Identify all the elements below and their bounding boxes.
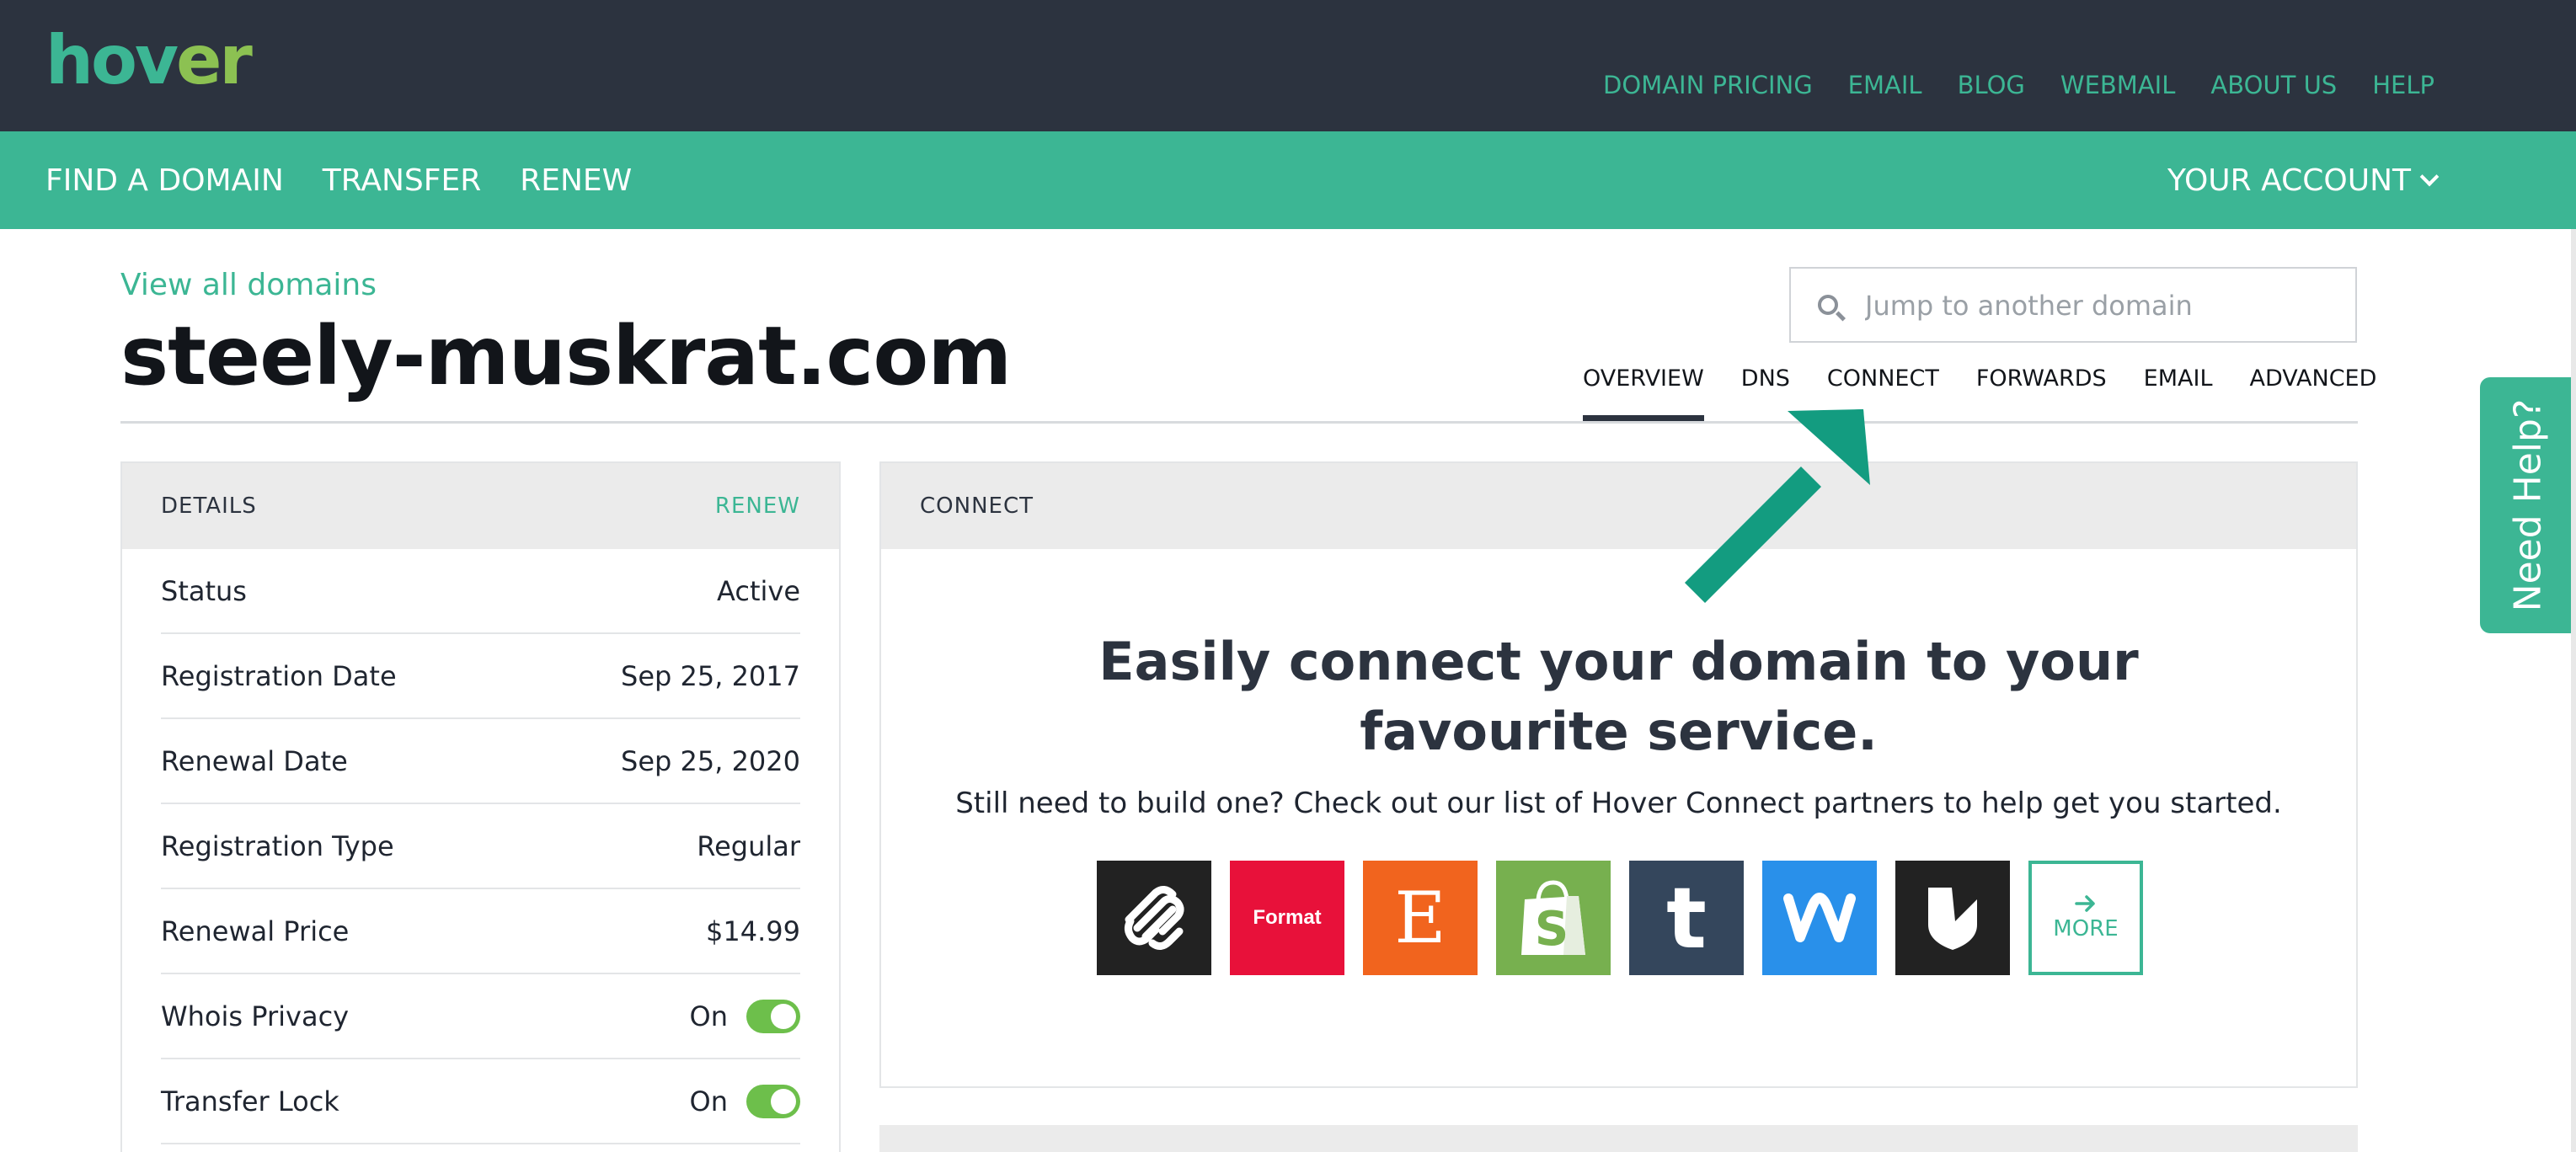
top-nav-webmail[interactable]: WEBMAIL — [2060, 71, 2175, 99]
next-panel-header — [879, 1125, 2358, 1152]
page-scrollbar[interactable] — [2571, 229, 2576, 1152]
shopify-bag-icon: S — [1521, 880, 1585, 957]
partner-list: Format E S t MORE — [1097, 861, 2143, 975]
tab-forwards[interactable]: FORWARDS — [1976, 365, 2107, 417]
detail-row-renewal-date: Renewal Date Sep 25, 2020 — [161, 719, 800, 804]
detail-row-renewal-price: Renewal Price $14.99 — [161, 889, 800, 974]
top-nav-blog[interactable]: BLOG — [1958, 71, 2025, 99]
partner-squarespace[interactable] — [1097, 861, 1211, 975]
detail-label: Renewal Price — [161, 915, 350, 947]
logo-text-part2: er — [176, 21, 253, 99]
partner-etsy[interactable]: E — [1363, 861, 1478, 975]
detail-value: Sep 25, 2020 — [621, 744, 800, 777]
main-nav-find-a-domain[interactable]: FIND A DOMAIN — [45, 163, 284, 198]
need-help-button[interactable]: Need Help? — [2480, 377, 2576, 633]
connect-panel: CONNECT Easily connect your domain to yo… — [879, 461, 2358, 1088]
your-account-menu[interactable]: YOUR ACCOUNT — [2167, 163, 2440, 198]
details-renew-link[interactable]: RENEW — [715, 493, 800, 519]
main-nav-transfer[interactable]: TRANSFER — [323, 163, 481, 198]
main-nav: FIND A DOMAIN TRANSFER RENEW — [45, 163, 632, 198]
chevron-down-icon — [2419, 167, 2440, 186]
detail-label: Whois Privacy — [161, 1000, 350, 1032]
top-nav-help[interactable]: HELP — [2372, 71, 2434, 99]
etsy-logo-text: E — [1394, 877, 1446, 959]
domain-search-input[interactable] — [1865, 285, 2337, 326]
transfer-lock-toggle[interactable] — [746, 1084, 800, 1118]
hover-logo[interactable]: hov er — [45, 19, 253, 99]
partner-format[interactable]: Format — [1230, 861, 1344, 975]
detail-row-whois-privacy: Whois Privacy On — [161, 974, 800, 1059]
connect-subtext: Still need to build one? Check out our l… — [955, 787, 2282, 820]
detail-value: Active — [717, 574, 800, 607]
detail-row-transfer-lock: Transfer Lock On — [161, 1059, 800, 1144]
tabs-divider — [120, 421, 2358, 424]
detail-row-status: Status Active — [161, 549, 800, 634]
top-nav-email[interactable]: EMAIL — [1848, 71, 1922, 99]
top-nav-about-us[interactable]: ABOUT US — [2210, 71, 2337, 99]
more-label: MORE — [2053, 916, 2119, 941]
partner-more-button[interactable]: MORE — [2028, 861, 2143, 975]
detail-value-wrap: On — [689, 1084, 800, 1118]
view-all-domains-link[interactable]: View all domains — [120, 268, 377, 302]
detail-row-registration-date: Registration Date Sep 25, 2017 — [161, 634, 800, 719]
main-nav-bar: FIND A DOMAIN TRANSFER RENEW YOUR ACCOUN… — [0, 131, 2576, 229]
detail-label: Transfer Lock — [161, 1085, 339, 1117]
detail-value: On — [689, 1085, 728, 1117]
your-account-label: YOUR ACCOUNT — [2167, 163, 2411, 198]
partner-tumblr[interactable]: t — [1629, 861, 1744, 975]
detail-label: Registration Date — [161, 659, 397, 692]
connect-heading: Easily connect your domain to your favou… — [1098, 631, 2139, 762]
connect-header: CONNECT — [881, 463, 2356, 549]
domain-title: steely-muskrat.com — [120, 309, 1012, 403]
squarespace-icon — [1124, 886, 1184, 950]
search-icon — [1818, 295, 1838, 315]
domain-search-box[interactable] — [1789, 267, 2357, 343]
details-title: DETAILS — [161, 493, 257, 519]
details-panel: DETAILS RENEW Status Active Registration… — [120, 461, 841, 1152]
detail-label: Renewal Date — [161, 744, 348, 777]
detail-label: Registration Type — [161, 829, 394, 862]
bigcartel-icon — [1928, 888, 1977, 950]
top-bar: hov er DOMAIN PRICING EMAIL BLOG WEBMAIL … — [0, 0, 2576, 131]
detail-value: $14.99 — [706, 915, 800, 947]
weebly-icon — [1783, 893, 1856, 942]
tab-email[interactable]: EMAIL — [2144, 365, 2213, 417]
partner-bigcartel[interactable] — [1895, 861, 2010, 975]
top-nav-domain-pricing[interactable]: DOMAIN PRICING — [1603, 71, 1813, 99]
detail-value-wrap: On — [689, 999, 800, 1033]
detail-value: Sep 25, 2017 — [621, 659, 800, 692]
arrow-right-icon — [2075, 895, 2095, 912]
detail-value: On — [689, 1000, 728, 1032]
partner-shopify[interactable]: S — [1496, 861, 1611, 975]
main-nav-renew[interactable]: RENEW — [520, 163, 632, 198]
detail-row-registration-type: Registration Type Regular — [161, 804, 800, 889]
logo-text-part1: hov — [45, 21, 179, 99]
need-help-label: Need Help? — [2506, 398, 2550, 612]
whois-privacy-toggle[interactable] — [746, 999, 800, 1033]
detail-label: Status — [161, 574, 247, 607]
tab-advanced[interactable]: ADVANCED — [2250, 365, 2377, 417]
format-logo-text: Format — [1253, 906, 1322, 929]
shopify-letter: S — [1535, 902, 1569, 957]
annotation-arrow-icon — [1684, 409, 1870, 604]
detail-value: Regular — [697, 829, 800, 862]
details-header: DETAILS RENEW — [122, 463, 839, 549]
tumblr-logo-text: t — [1666, 868, 1707, 968]
partner-weebly[interactable] — [1762, 861, 1877, 975]
connect-title: CONNECT — [920, 493, 1034, 519]
top-nav: DOMAIN PRICING EMAIL BLOG WEBMAIL ABOUT … — [1603, 71, 2434, 99]
